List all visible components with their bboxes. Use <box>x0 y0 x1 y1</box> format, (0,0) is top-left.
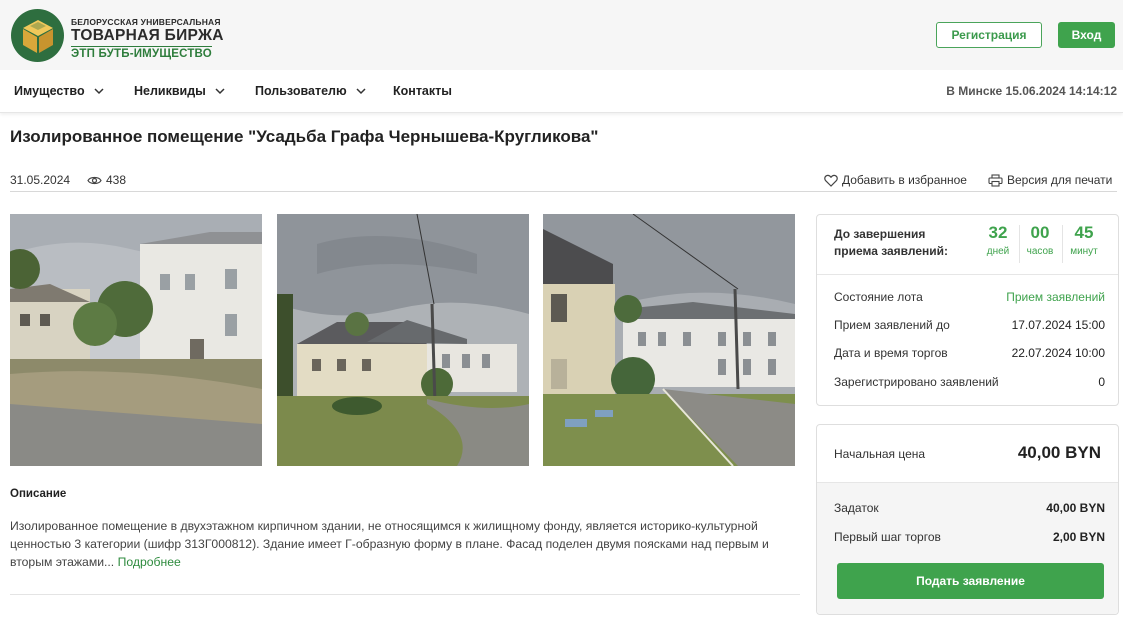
auction-date-label: Дата и время торгов <box>834 346 948 360</box>
chevron-down-icon <box>356 88 366 95</box>
countdown-hours: 00 часов <box>1018 223 1062 257</box>
heart-icon <box>824 174 838 187</box>
nav-item-label: Пользователю <box>255 84 347 98</box>
deposit-label: Задаток <box>834 501 879 515</box>
countdown-minutes-value: 45 <box>1074 223 1094 242</box>
top-bar: БЕЛОРУССКАЯ УНИВЕРСАЛЬНАЯ ТОВАРНАЯ БИРЖА… <box>0 0 1123 70</box>
main-nav: Имущество Неликвиды Пользователю Контакт… <box>0 70 1123 113</box>
countdown-label: До завершения приема заявлений: <box>834 227 949 258</box>
countdown-hours-value: 00 <box>1030 223 1050 242</box>
minsk-time: В Минске 15.06.2024 14:14:12 <box>946 84 1117 98</box>
countdown-minutes-unit: минут <box>1070 246 1098 257</box>
nav-item-illiquid[interactable]: Неликвиды <box>134 84 226 98</box>
logo-line-2: ТОВАРНАЯ БИРЖА <box>71 27 224 44</box>
register-button[interactable]: Регистрация <box>936 22 1042 48</box>
countdown-minutes: 45 минут <box>1062 223 1106 257</box>
registered-applications-label: Зарегистрировано заявлений <box>834 375 999 389</box>
logo-line-1: БЕЛОРУССКАЯ УНИВЕРСАЛЬНАЯ <box>71 17 221 27</box>
logo-line-3: ЭТП БУТБ-ИМУЩЕСТВО <box>71 46 212 60</box>
nav-item-property[interactable]: Имущество <box>14 84 105 98</box>
nav-item-contacts[interactable]: Контакты <box>393 84 452 98</box>
description-title: Описание <box>10 488 67 500</box>
start-price-label: Начальная цена <box>834 447 926 461</box>
lot-status-value: Прием заявлений <box>1006 290 1105 304</box>
submit-application-button[interactable]: Подать заявление <box>837 563 1104 599</box>
lot-photo[interactable] <box>543 214 795 466</box>
logo-emblem[interactable] <box>11 9 64 62</box>
building-photo-icon <box>10 214 262 466</box>
lot-meta-row: 31.05.2024 438 Добавить в избранное Верс… <box>10 172 1117 192</box>
nav-item-user[interactable]: Пользователю <box>255 84 367 98</box>
nav-item-label: Контакты <box>393 84 452 98</box>
eye-icon <box>87 176 102 184</box>
login-button[interactable]: Вход <box>1058 22 1115 48</box>
read-more-link[interactable]: Подробнее <box>118 555 181 569</box>
registered-applications-value: 0 <box>1098 375 1105 389</box>
logo-cube-icon <box>22 19 53 53</box>
description-divider <box>10 594 800 595</box>
add-favorite-link[interactable]: Добавить в избранное <box>824 173 967 187</box>
page-title: Изолированное помещение "Усадьба Графа Ч… <box>10 127 599 146</box>
lot-status-label: Состояние лота <box>834 290 923 304</box>
building-photo-icon <box>277 214 529 466</box>
first-step-label: Первый шаг торгов <box>834 530 941 544</box>
views-count: 438 <box>106 173 127 187</box>
chevron-down-icon <box>94 88 104 95</box>
nav-item-label: Имущество <box>14 84 85 98</box>
description-text: Изолированное помещение в двухэтажном ки… <box>10 517 800 571</box>
countdown-hours-unit: часов <box>1026 246 1054 257</box>
logo-text[interactable]: БЕЛОРУССКАЯ УНИВЕРСАЛЬНАЯ ТОВАРНАЯ БИРЖА… <box>71 17 224 62</box>
first-step-value: 2,00 BYN <box>1052 530 1105 544</box>
price-card: Начальная цена 40,00 BYN Задаток 40,00 B… <box>816 424 1119 615</box>
lot-photo[interactable] <box>277 214 529 466</box>
start-price-row: Начальная цена 40,00 BYN <box>817 425 1118 482</box>
accept-until-value: 17.07.2024 15:00 <box>1011 318 1105 332</box>
deposit-value: 40,00 BYN <box>1046 501 1105 515</box>
countdown-days-unit: дней <box>986 246 1010 257</box>
chevron-down-icon <box>215 88 225 95</box>
print-version-link[interactable]: Версия для печати <box>988 173 1112 187</box>
lot-photo[interactable] <box>10 214 262 466</box>
views-counter: 438 <box>87 173 126 187</box>
add-favorite-label: Добавить в избранное <box>842 173 967 187</box>
countdown-days-value: 32 <box>988 223 1008 242</box>
lot-status-card: До завершения приема заявлений: 32 дней … <box>816 214 1119 406</box>
countdown-days: 32 дней <box>976 223 1020 257</box>
print-version-label: Версия для печати <box>1007 173 1113 187</box>
accept-until-label: Прием заявлений до <box>834 318 950 332</box>
building-photo-icon <box>543 214 795 466</box>
start-price-value: 40,00 BYN <box>1017 443 1101 462</box>
nav-item-label: Неликвиды <box>134 84 206 98</box>
printer-icon <box>988 173 1003 187</box>
card-divider <box>817 274 1118 275</box>
publish-date: 31.05.2024 <box>10 173 71 187</box>
auction-date-value: 22.07.2024 10:00 <box>1011 346 1105 360</box>
